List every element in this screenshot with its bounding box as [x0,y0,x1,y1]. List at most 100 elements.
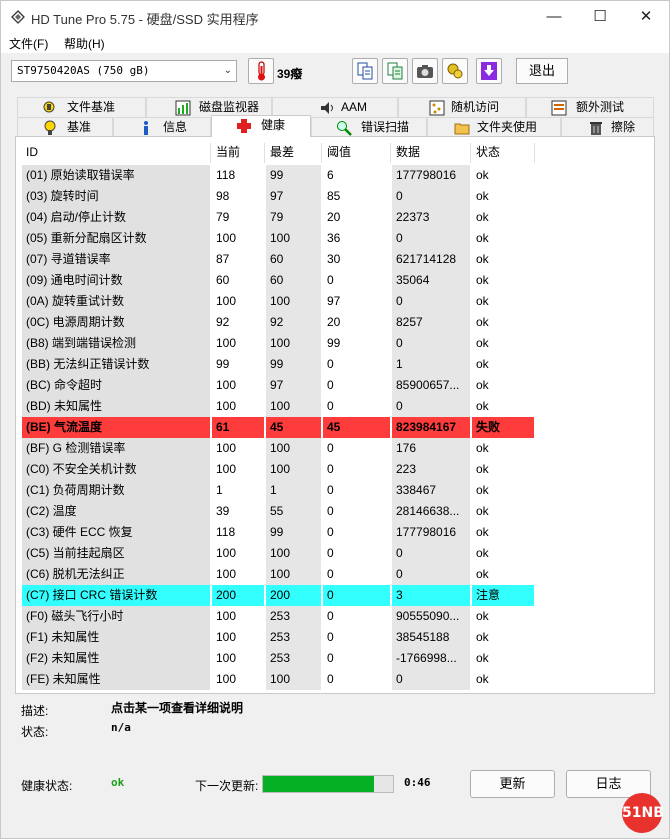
thermometer-button[interactable] [248,58,274,84]
cell-status: ok [472,564,534,585]
table-row[interactable]: (09) 通电时间计数 60 60 0 35064 ok [22,270,648,291]
table-row[interactable]: (01) 原始读取错误率 118 99 6 177798016 ok [22,165,648,186]
tab-erase[interactable]: 擦除 [561,117,654,137]
table-row[interactable]: (C3) 硬件 ECC 恢复 118 99 0 177798016 ok [22,522,648,543]
column-header-current[interactable]: 当前 [216,141,240,163]
cell-current: 79 [212,207,264,228]
table-row[interactable]: (BF) G 检测错误率 100 100 0 176 ok [22,438,648,459]
minimize-button[interactable]: — [531,1,577,33]
cell-threshold: 0 [323,543,390,564]
tab-error-scan[interactable]: 错误扫描 [311,117,427,137]
drive-select[interactable]: ST9750420AS (750 gB) ⌄ [11,60,237,82]
cell-threshold: 36 [323,228,390,249]
title-bar: HD Tune Pro 5.75 - 硬盘/SSD 实用程序 — ☐ ✕ [1,1,669,33]
cell-data: 8257 [392,312,470,333]
table-row[interactable]: (0C) 电源周期计数 92 92 20 8257 ok [22,312,648,333]
cell-current: 100 [212,543,264,564]
menu-help[interactable]: 帮助(H) [64,35,105,52]
table-row[interactable]: (0A) 旋转重试计数 100 100 97 0 ok [22,291,648,312]
tab-file-benchmark[interactable]: 文件基准 [17,97,146,117]
cell-threshold: 0 [323,480,390,501]
column-header-threshold[interactable]: 阈值 [327,141,351,163]
cell-status: 失败 [472,417,534,438]
tab-random-access[interactable]: 随机访问 [398,97,526,117]
progress-fill [263,776,374,792]
cell-status: ok [472,207,534,228]
menu-file[interactable]: 文件(F) [9,35,48,52]
magnifier-icon [337,121,352,136]
table-row[interactable]: (C6) 脱机无法纠正 100 100 0 0 ok [22,564,648,585]
copy-info-icon [387,62,403,80]
cell-id: (C2) 温度 [22,501,210,522]
screenshot-icon [417,65,433,78]
table-row[interactable]: (05) 重新分配扇区计数 100 100 36 0 ok [22,228,648,249]
table-row[interactable]: (F2) 未知属性 100 253 0 -1766998... ok [22,648,648,669]
column-header-status[interactable]: 状态 [476,141,500,163]
tab-benchmark[interactable]: 基准 [17,117,113,137]
tab-folder-usage[interactable]: 文件夹使用 [427,117,561,137]
cell-current: 100 [212,627,264,648]
table-row[interactable]: (FE) 未知属性 100 100 0 0 ok [22,669,648,690]
cell-id: (01) 原始读取错误率 [22,165,210,186]
cell-status: 注意 [472,585,534,606]
copy-text-button[interactable] [352,58,378,84]
table-row[interactable]: (BE) 气流温度 61 45 45 823984167 失败 [22,417,648,438]
cell-current: 92 [212,312,264,333]
tab-health[interactable]: 健康 [211,115,311,137]
table-row[interactable]: (BC) 命令超时 100 97 0 85900657... ok [22,375,648,396]
cell-threshold: 85 [323,186,390,207]
table-row[interactable]: (BB) 无法纠正错误计数 99 99 0 1 ok [22,354,648,375]
column-header-id[interactable]: ID [26,141,38,163]
screenshot-button[interactable] [412,58,438,84]
column-divider [210,143,211,163]
tab-info[interactable]: 信息 [113,117,211,137]
save-button[interactable] [476,58,502,84]
column-header-worst[interactable]: 最差 [270,141,294,163]
cell-data: 177798016 [392,522,470,543]
cell-status: ok [472,669,534,690]
random-access-icon [429,100,445,116]
table-row[interactable]: (C5) 当前挂起扇区 100 100 0 0 ok [22,543,648,564]
cell-id: (C5) 当前挂起扇区 [22,543,210,564]
copy-info-button[interactable] [382,58,408,84]
cell-id: (07) 寻道错误率 [22,249,210,270]
cell-id: (0A) 旋转重试计数 [22,291,210,312]
maximize-button[interactable]: ☐ [577,1,623,33]
cell-id: (BF) G 检测错误率 [22,438,210,459]
close-button[interactable]: ✕ [623,1,669,33]
cell-current: 100 [212,228,264,249]
disk-monitor-icon [175,100,191,116]
cell-status: ok [472,165,534,186]
cell-current: 100 [212,396,264,417]
exit-button[interactable]: 退出 [516,58,568,84]
cell-worst: 100 [266,564,321,585]
table-row[interactable]: (C1) 负荷周期计数 1 1 0 338467 ok [22,480,648,501]
table-row[interactable]: (C7) 接口 CRC 错误计数 200 200 0 3 注意 [22,585,648,606]
tab-disk-monitor[interactable]: 磁盘监视器 [146,97,272,117]
table-row[interactable]: (07) 寻道错误率 87 60 30 621714128 ok [22,249,648,270]
table-row[interactable]: (C2) 温度 39 55 0 28146638... ok [22,501,648,522]
hdtune-icon [11,10,25,24]
table-row[interactable]: (04) 启动/停止计数 79 79 20 22373 ok [22,207,648,228]
table-row[interactable]: (BD) 未知属性 100 100 0 0 ok [22,396,648,417]
options-button[interactable] [442,58,468,84]
refresh-button[interactable]: 更新 [470,770,555,798]
table-row[interactable]: (C0) 不安全关机计数 100 100 0 223 ok [22,459,648,480]
column-divider [534,143,535,163]
column-header-data[interactable]: 数据 [396,141,420,163]
tab-extra-tests[interactable]: 额外测试 [526,97,654,117]
tab-aam[interactable]: AAM [272,97,398,117]
cell-worst: 45 [266,417,321,438]
table-row[interactable]: (B8) 端到端错误检测 100 100 99 0 ok [22,333,648,354]
cell-data: 1 [392,354,470,375]
table-row[interactable]: (F1) 未知属性 100 253 0 38545188 ok [22,627,648,648]
cell-status: ok [472,396,534,417]
cell-id: (C7) 接口 CRC 错误计数 [22,585,210,606]
cell-threshold: 99 [323,333,390,354]
cell-data: 28146638... [392,501,470,522]
cell-status: ok [472,627,534,648]
table-row[interactable]: (03) 旋转时间 98 97 85 0 ok [22,186,648,207]
table-row[interactable]: (F0) 磁头飞行小时 100 253 0 90555090... ok [22,606,648,627]
cell-data: 0 [392,291,470,312]
cell-data: 35064 [392,270,470,291]
